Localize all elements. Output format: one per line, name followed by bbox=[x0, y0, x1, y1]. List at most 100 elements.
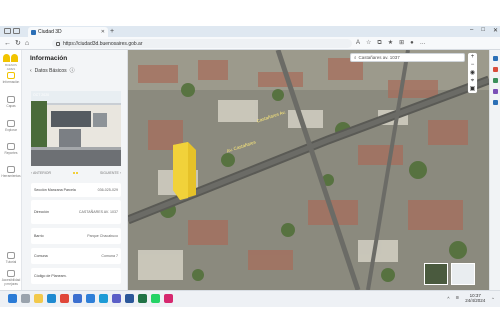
close-window-button[interactable]: ✕ bbox=[493, 27, 498, 34]
address-bar: ← ↻ ⌂ https://ciudad3d.buenosaires.gob.a… bbox=[0, 37, 500, 50]
system-tray-icon[interactable]: ^ bbox=[447, 296, 449, 301]
info-row-value: Comuna 7 bbox=[101, 254, 118, 258]
mail-icon[interactable] bbox=[86, 294, 95, 303]
tools-icon[interactable] bbox=[492, 78, 498, 83]
word-icon[interactable] bbox=[125, 294, 134, 303]
shopping-icon[interactable] bbox=[492, 67, 498, 72]
street-photo[interactable]: OCT 2020 bbox=[31, 91, 121, 166]
rail-item-label: Capas bbox=[6, 104, 16, 108]
home-icon[interactable]: ⌂ bbox=[25, 39, 29, 48]
rail-item-herramientas[interactable]: Herramientas bbox=[1, 166, 21, 178]
search-icon[interactable] bbox=[21, 294, 30, 303]
info-icon bbox=[7, 72, 15, 79]
search-icon[interactable] bbox=[492, 56, 498, 61]
lock-icon bbox=[56, 41, 60, 46]
games-icon[interactable] bbox=[492, 89, 498, 94]
browser-window: Ciudad 3D ✕ + – □ ✕ ← ↻ ⌂ https://ciudad… bbox=[0, 26, 500, 290]
collections-icon[interactable]: ⊞ bbox=[399, 39, 404, 48]
edge-sidebar bbox=[489, 50, 500, 290]
instagram-icon[interactable] bbox=[164, 294, 173, 303]
info-row-label: Dirección bbox=[34, 210, 49, 214]
back-arrow-icon[interactable]: ← bbox=[4, 39, 11, 48]
compass-icon[interactable]: ◉ bbox=[468, 69, 477, 77]
minimize-button[interactable]: – bbox=[470, 27, 473, 34]
favorite-star-icon[interactable]: ☆ bbox=[366, 39, 371, 48]
rail-item-capas[interactable]: Capas bbox=[1, 96, 21, 108]
rail-item-tutorial[interactable]: Tutorial bbox=[1, 252, 21, 264]
start-icon[interactable] bbox=[8, 294, 17, 303]
favorites-icon[interactable]: ★ bbox=[388, 39, 393, 48]
browser-tab[interactable]: Ciudad 3D ✕ bbox=[28, 27, 108, 37]
tab-actions[interactable] bbox=[4, 28, 22, 35]
basemap-street-toggle[interactable] bbox=[451, 263, 475, 285]
zoom-out-button[interactable]: − bbox=[468, 61, 477, 69]
tutorial-icon bbox=[7, 252, 15, 259]
search-value: Castañares av. 1037 bbox=[358, 55, 400, 60]
map-controls: + − ◉ ⌖ ▣ bbox=[468, 53, 477, 93]
tab-bar: Ciudad 3D ✕ + – □ ✕ bbox=[0, 26, 500, 37]
menu-icon[interactable]: … bbox=[420, 39, 426, 48]
photo-navigation: ‹ ANTERIOR SIGUIENTE › bbox=[31, 168, 121, 177]
clock-date: 24/4/2024 bbox=[465, 298, 486, 303]
wifi-icon[interactable]: ≋ bbox=[455, 295, 459, 301]
clock[interactable]: 10:37 24/4/2024 bbox=[465, 293, 485, 303]
map-3d-view[interactable]: Castañares Av. Av. Castañares ⌕ Castañar… bbox=[128, 50, 489, 290]
info-row-value: 036-025-029 bbox=[97, 188, 118, 192]
maximize-button[interactable]: □ bbox=[481, 27, 485, 34]
zoom-in-button[interactable]: + bbox=[468, 53, 477, 61]
tab-title: Ciudad 3D bbox=[38, 29, 62, 35]
window-controls: – □ ✕ bbox=[470, 27, 498, 34]
rail-item-explorar[interactable]: Explorar bbox=[1, 120, 21, 132]
info-row-codigo: Código de Planeam. bbox=[31, 268, 121, 284]
info-circle-icon[interactable]: ⓘ bbox=[70, 67, 75, 74]
chrome-icon[interactable] bbox=[60, 294, 69, 303]
map-search-input[interactable]: ⌕ Castañares av. 1037 bbox=[350, 53, 465, 62]
photo-prev-button[interactable]: ‹ ANTERIOR bbox=[31, 171, 51, 175]
explore-icon bbox=[7, 120, 15, 127]
logo-caption: BUENOS AIRES bbox=[5, 63, 17, 71]
rail-item-label: Reportes bbox=[4, 151, 18, 155]
rail-item-label: Accesibilidad y mejoras bbox=[1, 278, 21, 286]
new-tab-button[interactable]: + bbox=[110, 27, 114, 36]
url-text: https://ciudad3d.buenosaires.gob.ar bbox=[63, 40, 143, 47]
url-field[interactable]: https://ciudad3d.buenosaires.gob.ar bbox=[52, 39, 352, 48]
layers-icon bbox=[7, 96, 15, 103]
outlook-icon[interactable] bbox=[492, 100, 498, 105]
profile-icon[interactable]: ● bbox=[410, 39, 414, 48]
basemap-satellite-toggle[interactable] bbox=[424, 263, 448, 285]
photo-date: OCT 2020 bbox=[33, 93, 50, 97]
rail-item-reportes[interactable]: Reportes bbox=[1, 143, 21, 155]
view-3d-button[interactable]: ▣ bbox=[468, 85, 477, 93]
rail-item-informacion[interactable]: Información bbox=[1, 72, 21, 84]
info-row-barrio: Barrio Parque Chacabuco bbox=[31, 228, 121, 244]
rail-item-accesibilidad[interactable]: Accesibilidad y mejoras bbox=[1, 270, 21, 286]
ba-logo bbox=[3, 54, 19, 62]
location-icon[interactable]: ⌖ bbox=[468, 77, 477, 85]
extensions-icon[interactable]: ⧉ bbox=[377, 39, 381, 48]
photo-next-button[interactable]: SIGUIENTE › bbox=[100, 171, 121, 175]
info-row-label: Código de Planeam. bbox=[34, 274, 67, 278]
edge-icon[interactable] bbox=[47, 294, 56, 303]
reload-icon[interactable]: ↻ bbox=[15, 39, 21, 48]
search-icon: ⌕ bbox=[354, 55, 357, 60]
whatsapp-icon[interactable] bbox=[151, 294, 160, 303]
tools-icon bbox=[7, 166, 15, 173]
street-photo-image bbox=[31, 91, 121, 166]
teams-icon[interactable] bbox=[112, 294, 121, 303]
excel-icon[interactable] bbox=[138, 294, 147, 303]
close-tab-icon[interactable]: ✕ bbox=[101, 29, 105, 35]
side-rail: BUENOS AIRES Información Capas Explorar … bbox=[0, 50, 22, 290]
datos-basicos-back[interactable]: ‹ Datos Básicos ⓘ bbox=[30, 67, 75, 75]
section-title: Datos Básicos bbox=[34, 67, 67, 74]
photos-icon[interactable] bbox=[99, 294, 108, 303]
chevron-left-icon: ‹ bbox=[30, 67, 32, 74]
notifications-icon[interactable]: ◔ bbox=[491, 296, 494, 301]
file-explorer-icon[interactable] bbox=[34, 294, 43, 303]
store-icon[interactable] bbox=[73, 294, 82, 303]
read-aloud-icon[interactable]: A bbox=[356, 39, 360, 48]
accessibility-icon bbox=[7, 270, 15, 277]
rail-item-label: Información bbox=[2, 80, 20, 84]
photo-dots bbox=[73, 171, 79, 174]
rail-item-label: Tutorial bbox=[5, 260, 17, 264]
rail-item-label: Herramientas bbox=[1, 174, 21, 178]
